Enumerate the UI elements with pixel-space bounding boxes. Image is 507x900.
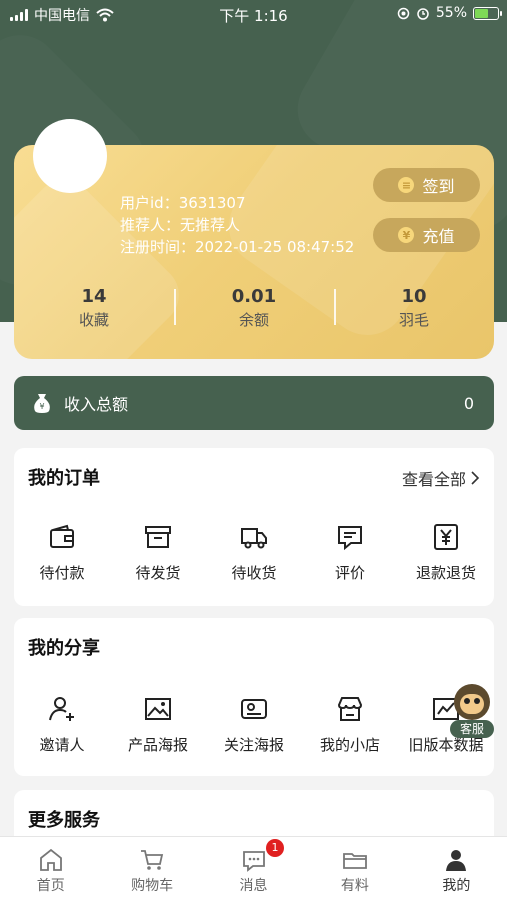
income-value: 0: [463, 393, 474, 413]
tab-label: 首页: [36, 878, 65, 894]
image-icon: [145, 698, 171, 720]
tab-label: 我的: [442, 878, 471, 894]
order-label: 待付款: [39, 564, 85, 582]
income-total-bar[interactable]: ¥ 收入总额 0: [14, 376, 494, 430]
more-services-title: 更多服务: [28, 810, 100, 831]
share-label: 邀请人: [39, 736, 85, 754]
truck-icon: [241, 528, 267, 549]
lock-rotation-icon: [397, 7, 410, 19]
battery-icon: [473, 6, 502, 20]
stat-label: 收藏: [78, 311, 109, 329]
stat-value: 0.01: [231, 286, 277, 307]
share-follow-poster[interactable]: 关注海报: [206, 694, 302, 755]
recharge-button[interactable]: ¥ 充值: [373, 218, 480, 252]
stat-label: 余额: [238, 311, 269, 329]
orders-title: 我的订单: [28, 468, 100, 489]
stat-label: 羽毛: [398, 311, 429, 329]
view-all-label: 查看全部: [401, 470, 466, 489]
status-bar: 中国电信 下午 1:16 55%: [0, 0, 507, 28]
alarm-icon: [417, 8, 429, 20]
order-review[interactable]: 评价: [302, 522, 398, 583]
share-product-poster[interactable]: 产品海报: [110, 694, 206, 755]
stat-value: 14: [81, 286, 107, 307]
user-icon: [446, 850, 467, 871]
tab-label: 购物车: [131, 878, 174, 894]
customer-service-button[interactable]: 客服: [448, 684, 496, 740]
tab-discover[interactable]: 有料: [304, 837, 405, 900]
svg-text:¥: ¥: [39, 402, 44, 411]
stat-feathers[interactable]: 10 羽毛: [334, 285, 494, 335]
bottom-tab-bar: 首页 购物车 消息 有料 我的: [0, 836, 507, 900]
tab-mine[interactable]: 我的: [406, 837, 507, 900]
follow-poster-icon: [241, 699, 267, 719]
order-label: 评价: [334, 564, 365, 582]
folder-icon: [343, 853, 367, 869]
share-invite[interactable]: 邀请人: [14, 694, 110, 755]
tab-cart[interactable]: 购物车: [101, 837, 202, 900]
income-label: 收入总额: [64, 395, 129, 414]
share-label: 关注海报: [223, 736, 284, 754]
order-pending-payment[interactable]: 待付款: [14, 522, 110, 583]
coins-icon: ≡: [398, 177, 415, 193]
referrer: 推荐人：无推荐人: [120, 216, 241, 234]
refund-icon: [434, 524, 458, 550]
user-id: 用户id：3631307: [120, 194, 246, 212]
add-user-icon: [49, 697, 74, 721]
register-time: 注册时间：2022-01-25 08:47:52: [120, 238, 355, 256]
share-label: 产品海报: [127, 736, 188, 754]
battery-percent: 55%: [435, 5, 467, 21]
recharge-label: 充值: [422, 227, 455, 246]
avatar[interactable]: [33, 119, 107, 193]
order-label: 待发货: [135, 564, 181, 582]
share-title: 我的分享: [28, 638, 100, 659]
sign-in-label: 签到: [422, 177, 455, 196]
yen-coin-icon: ¥: [398, 227, 415, 243]
order-pending-shipment[interactable]: 待发货: [110, 522, 206, 583]
cart-icon: [141, 850, 164, 870]
share-panel: 我的分享 邀请人 产品海报 关注海报 我的小店 旧版本数据: [14, 618, 494, 776]
orders-panel: 我的订单 查看全部 待付款 待发货 待收货 评价 退款退货: [14, 448, 494, 606]
comment-icon: [338, 526, 362, 551]
share-my-shop[interactable]: 我的小店: [302, 694, 398, 755]
tab-messages[interactable]: 消息: [203, 837, 304, 900]
stat-favorites[interactable]: 14 收藏: [14, 285, 174, 335]
view-all-orders-link[interactable]: 查看全部: [402, 466, 480, 490]
stat-balance[interactable]: 0.01 余额: [174, 285, 334, 335]
share-label: 我的小店: [319, 736, 380, 754]
money-bag-icon: ¥: [34, 394, 50, 413]
order-label: 待收货: [231, 564, 277, 582]
wallet-icon: [50, 524, 74, 548]
tab-label: 有料: [340, 878, 369, 894]
tab-home[interactable]: 首页: [0, 837, 101, 900]
message-badge: 1: [266, 839, 284, 857]
customer-service-label: 客服: [450, 720, 494, 738]
home-icon: [39, 848, 62, 871]
sign-in-button[interactable]: ≡ 签到: [373, 168, 480, 202]
stat-value: 10: [401, 286, 427, 307]
message-icon: [242, 851, 265, 872]
chevron-right-icon: [471, 471, 480, 485]
order-refund[interactable]: 退款退货: [398, 522, 494, 583]
shop-icon: [337, 697, 363, 721]
order-pending-receipt[interactable]: 待收货: [206, 522, 302, 583]
order-label: 退款退货: [415, 564, 476, 582]
box-icon: [145, 526, 171, 548]
tab-label: 消息: [239, 878, 268, 894]
